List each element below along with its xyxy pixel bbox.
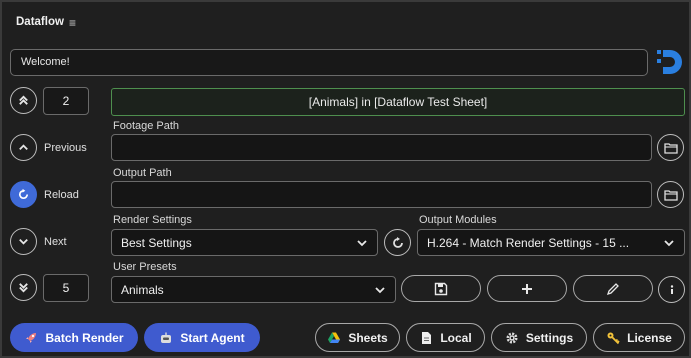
add-preset-button[interactable] — [487, 275, 567, 302]
bottom-index-field[interactable]: 5 — [43, 274, 89, 302]
rocket-icon — [26, 332, 37, 343]
refresh-render-settings-button[interactable] — [384, 229, 411, 256]
output-modules-select[interactable]: H.264 - Match Render Settings - 15 ... — [417, 229, 685, 256]
info-icon — [670, 284, 673, 294]
plus-icon — [522, 283, 532, 294]
license-button[interactable]: License — [593, 323, 685, 352]
top-index-field[interactable]: 2 — [43, 87, 89, 115]
reload-label: Reload — [44, 189, 79, 201]
start-agent-button[interactable]: Start Agent — [144, 323, 260, 352]
local-button[interactable]: Local — [406, 323, 485, 352]
first-item-button[interactable] — [10, 87, 37, 114]
chevron-down-icon — [357, 239, 367, 246]
previous-button[interactable] — [10, 134, 37, 161]
gear-icon — [506, 332, 518, 343]
output-modules-value: H.264 - Match Render Settings - 15 ... — [427, 235, 630, 250]
chevron-down-icon — [19, 238, 28, 245]
key-icon — [607, 332, 620, 344]
pencil-icon — [606, 282, 619, 295]
robot-icon — [161, 332, 172, 343]
sheets-button[interactable]: Sheets — [315, 323, 400, 352]
render-settings-label: Render Settings — [113, 214, 192, 226]
reload-icon — [18, 188, 29, 200]
previous-label: Previous — [44, 142, 87, 154]
double-chevron-down-icon — [19, 283, 28, 293]
batch-render-button[interactable]: Batch Render — [10, 323, 138, 352]
dataflow-logo-icon — [654, 46, 686, 78]
footage-path-input[interactable] — [111, 134, 652, 161]
footage-browse-button[interactable] — [657, 134, 684, 161]
user-presets-label: User Presets — [113, 261, 177, 273]
start-agent-label: Start Agent — [180, 330, 245, 345]
refresh-icon — [392, 236, 403, 248]
dataflow-panel: Dataflow ≡ Welcome! 2 Previous Reload Ne… — [0, 0, 691, 358]
next-label: Next — [44, 236, 67, 248]
settings-button[interactable]: Settings — [491, 323, 587, 352]
license-label: License — [627, 330, 672, 345]
output-modules-label: Output Modules — [419, 214, 497, 226]
user-presets-value: Animals — [121, 282, 164, 297]
settings-label: Settings — [525, 330, 574, 345]
chevron-down-icon — [375, 286, 385, 293]
sheets-label: Sheets — [348, 330, 388, 345]
save-preset-button[interactable] — [401, 275, 481, 302]
info-button[interactable] — [658, 276, 685, 303]
render-settings-select[interactable]: Best Settings — [111, 229, 378, 256]
user-presets-select[interactable]: Animals — [111, 276, 396, 303]
local-label: Local — [440, 330, 472, 345]
google-drive-icon — [328, 332, 341, 343]
sheet-banner: [Animals] in [Dataflow Test Sheet] — [111, 88, 685, 116]
reload-button[interactable] — [10, 181, 37, 208]
edit-preset-button[interactable] — [573, 275, 653, 302]
output-path-input[interactable] — [111, 181, 652, 208]
footage-path-label: Footage Path — [113, 120, 180, 132]
folder-icon — [663, 189, 678, 201]
menu-icon[interactable]: ≡ — [69, 16, 76, 30]
batch-render-label: Batch Render — [45, 330, 124, 345]
last-item-button[interactable] — [10, 274, 37, 301]
render-settings-value: Best Settings — [121, 235, 192, 250]
next-button[interactable] — [10, 228, 37, 255]
double-chevron-up-icon — [19, 95, 28, 105]
file-icon — [422, 331, 432, 344]
save-icon — [434, 282, 448, 295]
output-path-label: Output Path — [113, 167, 172, 179]
app-title: Dataflow — [16, 16, 64, 28]
folder-icon — [663, 142, 678, 154]
chevron-up-icon — [19, 144, 28, 151]
welcome-field: Welcome! — [10, 49, 648, 76]
output-browse-button[interactable] — [657, 181, 684, 208]
chevron-down-icon — [664, 239, 674, 246]
